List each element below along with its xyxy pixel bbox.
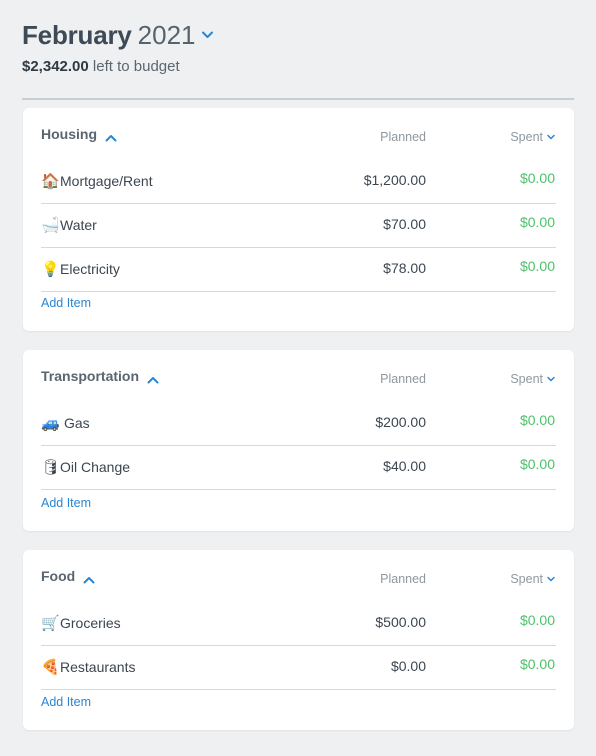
group-title-toggle[interactable]: Housing [41, 126, 117, 142]
budget-item-row[interactable]: 💡 Electricity $78.00 $0.00 [41, 248, 556, 292]
chevron-up-icon[interactable] [83, 571, 95, 584]
budget-item-name[interactable]: 🛒 Groceries [41, 614, 121, 632]
budget-item-label: Gas [64, 415, 90, 431]
chevron-down-icon[interactable] [201, 31, 213, 42]
budget-page: February 2021 $2,342.00 left to budget H… [0, 0, 596, 756]
budget-item-name[interactable]: 🛢 Oil Change [41, 458, 130, 476]
budget-item-label: Restaurants [60, 659, 136, 675]
budget-item-label: Groceries [60, 615, 121, 631]
group-title: Housing [41, 126, 97, 142]
budget-item-name[interactable]: 🏠 Mortgage/Rent [41, 172, 153, 190]
budget-item-label: Oil Change [60, 459, 131, 475]
spent-amount: $0.00 [519, 258, 555, 274]
spent-column-toggle[interactable]: Spent [510, 572, 555, 586]
budget-header: February 2021 $2,342.00 left to budget [22, 0, 574, 100]
budget-item-row[interactable]: 🛢 Oil Change $40.00 $0.00 [41, 446, 556, 490]
month-label: February [22, 20, 132, 50]
budget-item-row[interactable]: 🚙 Gas $200.00 $0.00 [41, 402, 556, 446]
budget-item-row[interactable]: 🛒 Groceries $500.00 $0.00 [41, 602, 556, 646]
spent-column-toggle[interactable]: Spent [510, 372, 555, 386]
chevron-down-icon [547, 576, 555, 582]
budget-item-name[interactable]: 🚙 Gas [41, 414, 90, 432]
budget-item-row[interactable]: 🛁 Water $70.00 $0.00 [41, 204, 556, 248]
oil-drum-icon: 🛢 [41, 459, 61, 476]
planned-amount[interactable]: $200.00 [375, 414, 426, 430]
left-to-budget-amount: $2,342.00 [22, 58, 89, 75]
lightbulb-icon: 💡 [41, 261, 60, 278]
group-header: Housing Planned Spent [23, 108, 574, 160]
chevron-down-icon [547, 134, 555, 140]
add-item-link[interactable]: Add Item [41, 695, 91, 709]
group-title-toggle[interactable]: Transportation [41, 368, 159, 384]
budget-item-name[interactable]: 🍕 Restaurants [41, 658, 135, 676]
budget-group-food: Food Planned Spent 🛒 Groceries $500.00 $… [23, 550, 574, 730]
group-title: Food [41, 568, 76, 584]
month-selector[interactable]: February 2021 [22, 20, 574, 54]
budget-item-name[interactable]: 🛁 Water [41, 216, 97, 234]
budget-item-label: Mortgage/Rent [60, 173, 153, 189]
spent-amount: $0.00 [519, 170, 555, 186]
year-label: 2021 [137, 20, 196, 50]
budget-item-name[interactable]: 💡 Electricity [41, 260, 120, 278]
left-to-budget-label: left to budget [92, 58, 180, 75]
planned-amount[interactable]: $500.00 [375, 614, 426, 630]
planned-amount[interactable]: $0.00 [391, 658, 426, 674]
house-icon: 🏠 [41, 173, 60, 190]
budget-item-label: Electricity [60, 261, 120, 277]
spent-amount: $0.00 [519, 214, 555, 230]
spent-amount: $0.00 [519, 612, 555, 628]
left-to-budget: $2,342.00 left to budget [22, 58, 574, 80]
spent-column-toggle[interactable]: Spent [510, 130, 555, 144]
budget-group-transportation: Transportation Planned Spent 🚙 Gas $200.… [23, 350, 574, 531]
chevron-up-icon[interactable] [105, 129, 117, 142]
header-divider [22, 98, 574, 100]
planned-column-header: Planned [380, 372, 426, 386]
group-header: Food Planned Spent [23, 550, 574, 602]
planned-column-header: Planned [380, 130, 426, 144]
add-item-link[interactable]: Add Item [41, 296, 91, 310]
group-title-toggle[interactable]: Food [41, 568, 95, 584]
car-icon: 🚙 [41, 415, 60, 432]
planned-amount[interactable]: $78.00 [383, 260, 426, 276]
spent-column-header: Spent [510, 130, 543, 144]
budget-item-label: Water [60, 217, 97, 233]
spent-column-header: Spent [510, 572, 543, 586]
spent-column-header: Spent [510, 372, 543, 386]
add-item-link[interactable]: Add Item [41, 496, 91, 510]
shopping-cart-icon: 🛒 [41, 615, 60, 632]
budget-item-row[interactable]: 🏠 Mortgage/Rent $1,200.00 $0.00 [41, 160, 556, 204]
spent-amount: $0.00 [519, 456, 555, 472]
budget-group-housing: Housing Planned Spent 🏠 Mortgage/Rent $1… [23, 108, 574, 331]
bathtub-icon: 🛁 [41, 217, 60, 234]
chevron-down-icon [547, 376, 555, 382]
planned-amount[interactable]: $1,200.00 [364, 172, 426, 188]
planned-column-header: Planned [380, 572, 426, 586]
budget-item-row[interactable]: 🍕 Restaurants $0.00 $0.00 [41, 646, 556, 690]
pizza-icon: 🍕 [41, 659, 60, 676]
spent-amount: $0.00 [519, 412, 555, 428]
planned-amount[interactable]: $40.00 [383, 458, 426, 474]
planned-amount[interactable]: $70.00 [383, 216, 426, 232]
spent-amount: $0.00 [519, 656, 555, 672]
chevron-up-icon[interactable] [147, 371, 159, 384]
group-header: Transportation Planned Spent [23, 350, 574, 402]
group-title: Transportation [41, 368, 140, 384]
